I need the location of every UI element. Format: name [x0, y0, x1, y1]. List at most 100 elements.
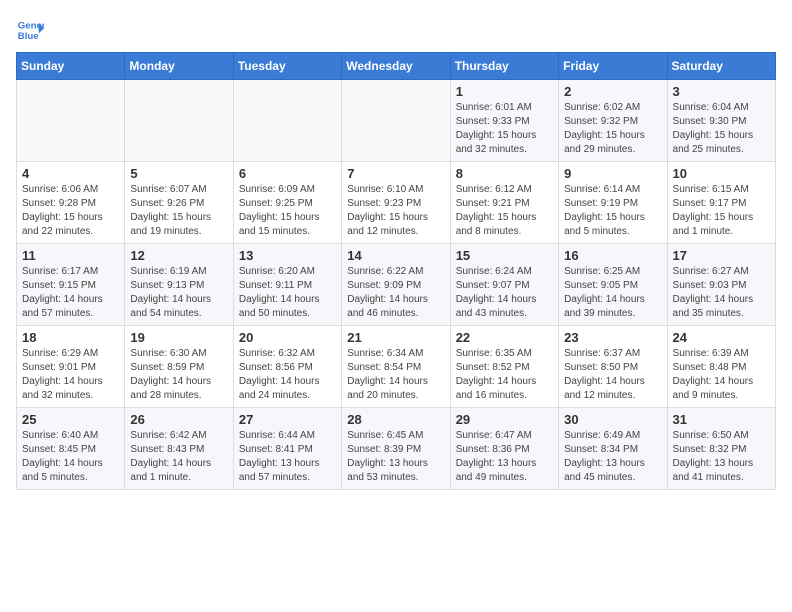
calendar-cell: 12 Sunrise: 6:19 AM Sunset: 9:13 PM Dayli…	[125, 244, 233, 326]
day-header-sunday: Sunday	[17, 53, 125, 80]
calendar-cell	[342, 80, 450, 162]
day-number: 29	[456, 412, 553, 427]
calendar-cell: 20 Sunrise: 6:32 AM Sunset: 8:56 PM Dayli…	[233, 326, 341, 408]
calendar-cell: 6 Sunrise: 6:09 AM Sunset: 9:25 PM Daylig…	[233, 162, 341, 244]
cell-content: Sunrise: 6:50 AM Sunset: 8:32 PM Dayligh…	[673, 429, 770, 485]
day-number: 31	[673, 412, 770, 427]
day-header-monday: Monday	[125, 53, 233, 80]
day-header-thursday: Thursday	[450, 53, 558, 80]
calendar-cell: 10Sunrise: 6:15 AM Sunset: 9:17 PM Dayli…	[667, 162, 775, 244]
day-number: 22	[456, 330, 553, 345]
day-number: 28	[347, 412, 444, 427]
cell-content: Sunrise: 6:37 AM Sunset: 8:50 PM Dayligh…	[564, 347, 661, 403]
day-header-friday: Friday	[559, 53, 667, 80]
cell-content: Sunrise: 6:17 AM Sunset: 9:15 PM Dayligh…	[22, 265, 119, 321]
calendar-cell: 16 Sunrise: 6:25 AM Sunset: 9:05 PM Dayli…	[559, 244, 667, 326]
day-number: 16	[564, 248, 661, 263]
cell-content: Sunrise: 6:25 AM Sunset: 9:05 PM Dayligh…	[564, 265, 661, 321]
calendar-header: SundayMondayTuesdayWednesdayThursdayFrid…	[17, 53, 776, 80]
cell-content: Sunrise: 6:30 AM Sunset: 8:59 PM Dayligh…	[130, 347, 227, 403]
day-number: 19	[130, 330, 227, 345]
calendar-cell: 29 Sunrise: 6:47 AM Sunset: 8:36 PM Dayli…	[450, 408, 558, 490]
cell-content: Sunrise: 6:35 AM Sunset: 8:52 PM Dayligh…	[456, 347, 553, 403]
cell-content: Sunrise: 6:45 AM Sunset: 8:39 PM Dayligh…	[347, 429, 444, 485]
day-number: 1	[456, 84, 553, 99]
day-number: 30	[564, 412, 661, 427]
day-number: 23	[564, 330, 661, 345]
day-number: 20	[239, 330, 336, 345]
calendar-cell: 27Sunrise: 6:44 AM Sunset: 8:41 PM Dayli…	[233, 408, 341, 490]
calendar-cell: 14 Sunrise: 6:22 AM Sunset: 9:09 PM Dayli…	[342, 244, 450, 326]
calendar-week-3: 11Sunrise: 6:17 AM Sunset: 9:15 PM Dayli…	[17, 244, 776, 326]
cell-content: Sunrise: 6:01 AM Sunset: 9:33 PM Dayligh…	[456, 101, 553, 157]
calendar-cell: 31 Sunrise: 6:50 AM Sunset: 8:32 PM Dayli…	[667, 408, 775, 490]
svg-text:Blue: Blue	[18, 31, 39, 42]
day-number: 24	[673, 330, 770, 345]
cell-content: Sunrise: 6:09 AM Sunset: 9:25 PM Dayligh…	[239, 183, 336, 239]
cell-content: Sunrise: 6:04 AM Sunset: 9:30 PM Dayligh…	[673, 101, 770, 157]
calendar-cell: 5 Sunrise: 6:07 AM Sunset: 9:26 PM Daylig…	[125, 162, 233, 244]
calendar-cell: 19 Sunrise: 6:30 AM Sunset: 8:59 PM Dayli…	[125, 326, 233, 408]
cell-content: Sunrise: 6:47 AM Sunset: 8:36 PM Dayligh…	[456, 429, 553, 485]
calendar-cell: 23 Sunrise: 6:37 AM Sunset: 8:50 PM Dayli…	[559, 326, 667, 408]
day-number: 6	[239, 166, 336, 181]
cell-content: Sunrise: 6:32 AM Sunset: 8:56 PM Dayligh…	[239, 347, 336, 403]
calendar-table: SundayMondayTuesdayWednesdayThursdayFrid…	[16, 52, 776, 490]
day-number: 3	[673, 84, 770, 99]
page-header: General Blue	[16, 16, 776, 44]
calendar-cell: 11Sunrise: 6:17 AM Sunset: 9:15 PM Dayli…	[17, 244, 125, 326]
day-number: 7	[347, 166, 444, 181]
calendar-cell: 15Sunrise: 6:24 AM Sunset: 9:07 PM Dayli…	[450, 244, 558, 326]
cell-content: Sunrise: 6:34 AM Sunset: 8:54 PM Dayligh…	[347, 347, 444, 403]
calendar-cell: 30 Sunrise: 6:49 AM Sunset: 8:34 PM Dayli…	[559, 408, 667, 490]
day-number: 13	[239, 248, 336, 263]
calendar-cell: 2Sunrise: 6:02 AM Sunset: 9:32 PM Daylig…	[559, 80, 667, 162]
day-number: 4	[22, 166, 119, 181]
cell-content: Sunrise: 6:14 AM Sunset: 9:19 PM Dayligh…	[564, 183, 661, 239]
cell-content: Sunrise: 6:40 AM Sunset: 8:45 PM Dayligh…	[22, 429, 119, 485]
calendar-cell: 22 Sunrise: 6:35 AM Sunset: 8:52 PM Dayli…	[450, 326, 558, 408]
day-number: 21	[347, 330, 444, 345]
logo-icon: General Blue	[16, 16, 44, 44]
day-number: 5	[130, 166, 227, 181]
cell-content: Sunrise: 6:19 AM Sunset: 9:13 PM Dayligh…	[130, 265, 227, 321]
calendar-cell: 4 Sunrise: 6:06 AM Sunset: 9:28 PM Daylig…	[17, 162, 125, 244]
day-number: 2	[564, 84, 661, 99]
cell-content: Sunrise: 6:49 AM Sunset: 8:34 PM Dayligh…	[564, 429, 661, 485]
cell-content: Sunrise: 6:22 AM Sunset: 9:09 PM Dayligh…	[347, 265, 444, 321]
calendar-cell	[17, 80, 125, 162]
cell-content: Sunrise: 6:06 AM Sunset: 9:28 PM Dayligh…	[22, 183, 119, 239]
calendar-cell: 7 Sunrise: 6:10 AM Sunset: 9:23 PM Daylig…	[342, 162, 450, 244]
day-number: 12	[130, 248, 227, 263]
cell-content: Sunrise: 6:39 AM Sunset: 8:48 PM Dayligh…	[673, 347, 770, 403]
calendar-cell: 28 Sunrise: 6:45 AM Sunset: 8:39 PM Dayli…	[342, 408, 450, 490]
calendar-cell: 8Sunrise: 6:12 AM Sunset: 9:21 PM Daylig…	[450, 162, 558, 244]
cell-content: Sunrise: 6:10 AM Sunset: 9:23 PM Dayligh…	[347, 183, 444, 239]
day-number: 17	[673, 248, 770, 263]
calendar-cell: 9 Sunrise: 6:14 AM Sunset: 9:19 PM Daylig…	[559, 162, 667, 244]
cell-content: Sunrise: 6:44 AM Sunset: 8:41 PM Dayligh…	[239, 429, 336, 485]
calendar-cell: 13Sunrise: 6:20 AM Sunset: 9:11 PM Dayli…	[233, 244, 341, 326]
calendar-week-1: 1 Sunrise: 6:01 AM Sunset: 9:33 PM Daylig…	[17, 80, 776, 162]
calendar-cell: 25Sunrise: 6:40 AM Sunset: 8:45 PM Dayli…	[17, 408, 125, 490]
cell-content: Sunrise: 6:42 AM Sunset: 8:43 PM Dayligh…	[130, 429, 227, 485]
calendar-cell	[233, 80, 341, 162]
logo: General Blue	[16, 16, 44, 44]
day-number: 9	[564, 166, 661, 181]
day-header-tuesday: Tuesday	[233, 53, 341, 80]
calendar-body: 1 Sunrise: 6:01 AM Sunset: 9:33 PM Daylig…	[17, 80, 776, 490]
day-number: 14	[347, 248, 444, 263]
day-number: 18	[22, 330, 119, 345]
calendar-cell: 24 Sunrise: 6:39 AM Sunset: 8:48 PM Dayli…	[667, 326, 775, 408]
calendar-cell: 17 Sunrise: 6:27 AM Sunset: 9:03 PM Dayli…	[667, 244, 775, 326]
calendar-cell	[125, 80, 233, 162]
day-header-wednesday: Wednesday	[342, 53, 450, 80]
cell-content: Sunrise: 6:07 AM Sunset: 9:26 PM Dayligh…	[130, 183, 227, 239]
calendar-cell: 21 Sunrise: 6:34 AM Sunset: 8:54 PM Dayli…	[342, 326, 450, 408]
day-header-saturday: Saturday	[667, 53, 775, 80]
calendar-cell: 3 Sunrise: 6:04 AM Sunset: 9:30 PM Daylig…	[667, 80, 775, 162]
day-number: 26	[130, 412, 227, 427]
cell-content: Sunrise: 6:29 AM Sunset: 9:01 PM Dayligh…	[22, 347, 119, 403]
cell-content: Sunrise: 6:27 AM Sunset: 9:03 PM Dayligh…	[673, 265, 770, 321]
cell-content: Sunrise: 6:12 AM Sunset: 9:21 PM Dayligh…	[456, 183, 553, 239]
